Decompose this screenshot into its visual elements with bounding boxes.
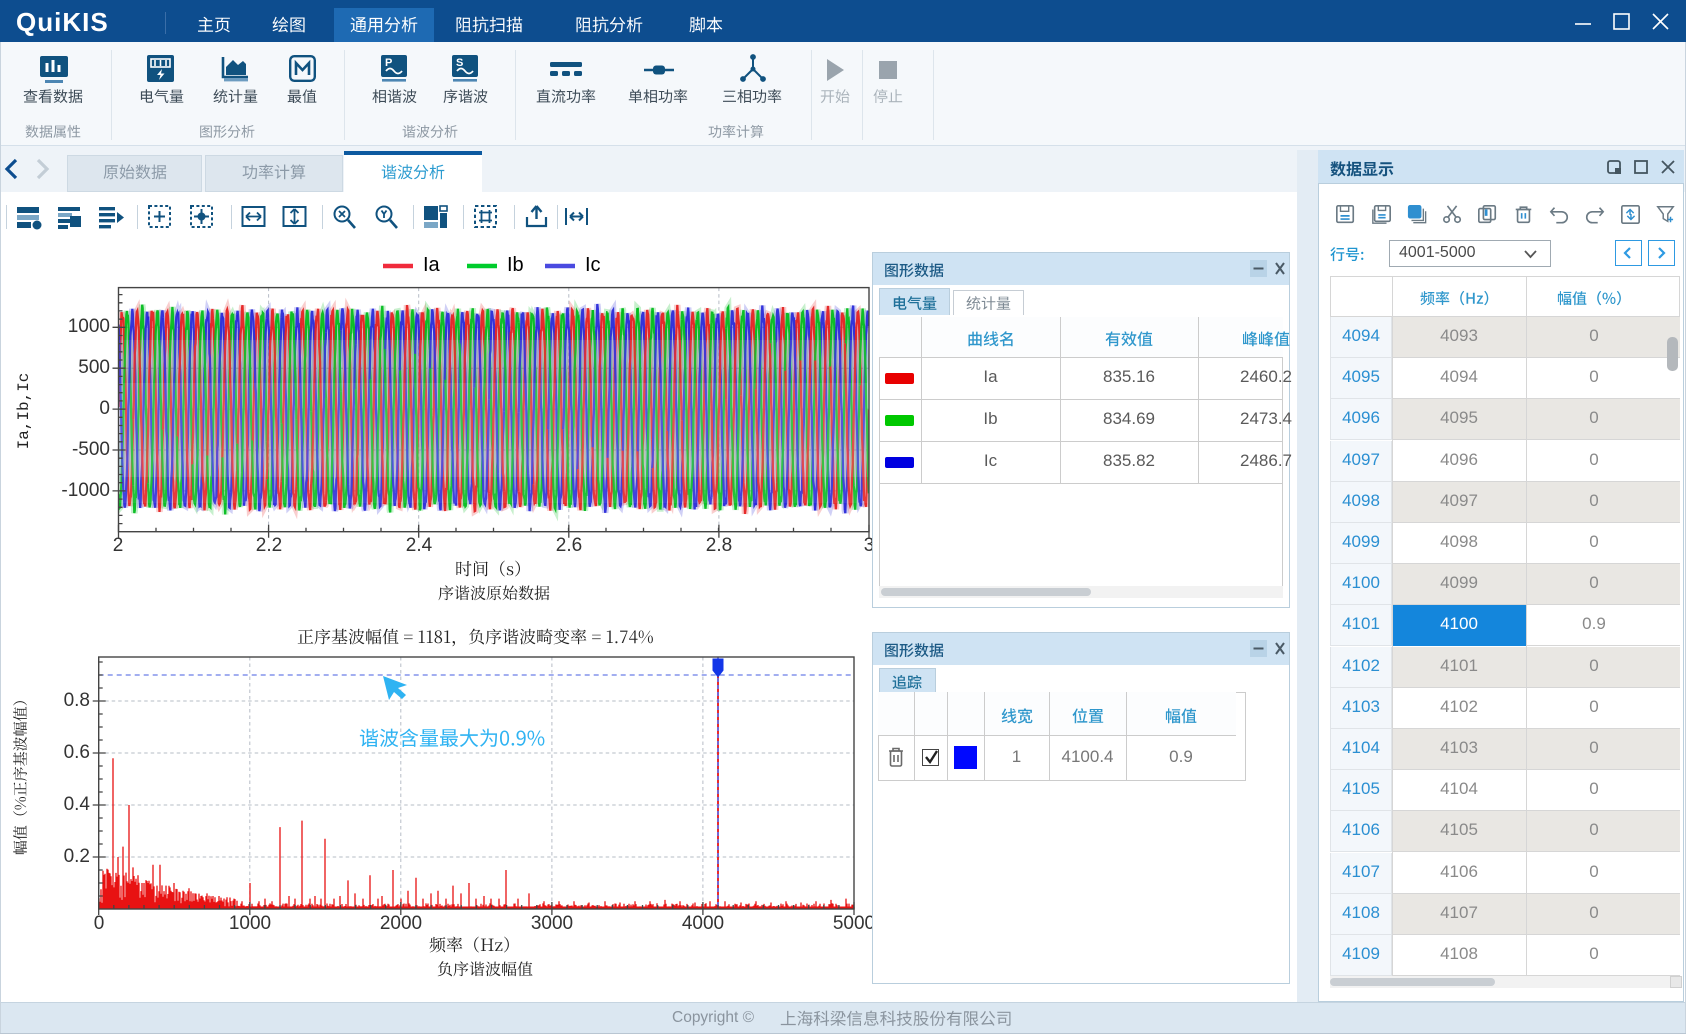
svg-text:P: P <box>385 57 392 69</box>
svg-text:S: S <box>456 57 463 69</box>
